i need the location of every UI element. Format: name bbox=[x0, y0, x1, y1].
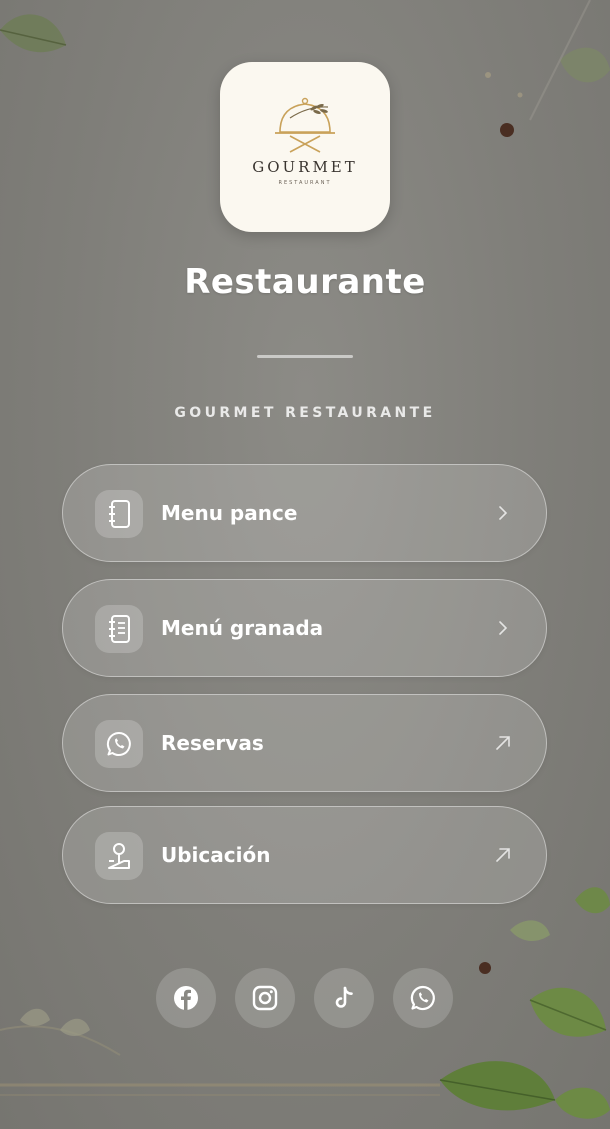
external-arrow-icon bbox=[496, 736, 510, 750]
map-pin-icon bbox=[95, 832, 143, 880]
notebook-icon bbox=[95, 490, 143, 538]
link-label: Reservas bbox=[161, 731, 264, 755]
cloche-icon bbox=[275, 97, 335, 153]
social-tiktok-button[interactable] bbox=[314, 968, 374, 1028]
link-button-menu-pance[interactable]: Menu pance bbox=[62, 464, 547, 562]
link-button-reservas[interactable]: Reservas bbox=[62, 694, 547, 792]
menu-list-icon bbox=[95, 605, 143, 653]
chevron-right-icon bbox=[499, 621, 508, 635]
facebook-icon bbox=[174, 986, 198, 1010]
link-button-ubicacion[interactable]: Ubicación bbox=[62, 806, 547, 904]
link-label: Menu pance bbox=[161, 501, 298, 525]
page-title: Restaurante bbox=[184, 262, 426, 302]
link-label: Ubicación bbox=[161, 843, 271, 867]
logo-subtext: RESTAURANT bbox=[278, 180, 332, 186]
instagram-icon bbox=[252, 985, 278, 1011]
restaurant-logo: GOURMET RESTAURANT bbox=[220, 62, 390, 232]
chevron-right-icon bbox=[499, 506, 508, 520]
page-subtitle: GOURMET RESTAURANTE bbox=[174, 405, 436, 421]
social-whatsapp-button[interactable] bbox=[393, 968, 453, 1028]
logo-wordmark: GOURMET bbox=[252, 158, 358, 176]
tiktok-icon bbox=[335, 986, 353, 1008]
link-button-menu-granada[interactable]: Menú granada bbox=[62, 579, 547, 677]
link-label: Menú granada bbox=[161, 616, 324, 640]
title-divider bbox=[257, 355, 353, 358]
external-arrow-icon bbox=[496, 848, 510, 862]
whatsapp-icon bbox=[95, 720, 143, 768]
social-facebook-button[interactable] bbox=[156, 968, 216, 1028]
whatsapp-icon bbox=[410, 985, 435, 1011]
social-instagram-button[interactable] bbox=[235, 968, 295, 1028]
